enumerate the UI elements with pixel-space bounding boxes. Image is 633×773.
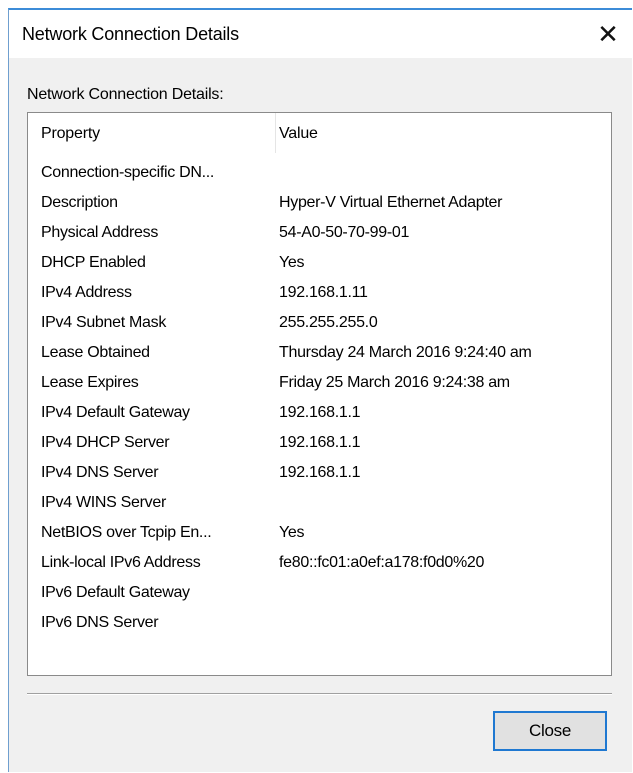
value-cell: Hyper-V Virtual Ethernet Adapter xyxy=(279,194,503,211)
property-cell: Physical Address xyxy=(41,224,159,241)
list-item[interactable]: Physical Address 54-A0-50-70-99-01 xyxy=(28,219,611,249)
property-cell: IPv4 DNS Server xyxy=(41,464,159,481)
value-cell: Yes xyxy=(279,254,305,271)
property-cell: IPv4 Default Gateway xyxy=(41,404,190,421)
property-cell: Lease Expires xyxy=(41,374,139,391)
list-item[interactable]: Lease Obtained Thursday 24 March 2016 9:2… xyxy=(28,339,611,369)
property-cell: NetBIOS over Tcpip En... xyxy=(41,524,212,541)
list-item[interactable]: Description Hyper-V Virtual Ethernet Adap… xyxy=(28,189,611,219)
property-cell: Connection-specific DN... xyxy=(41,164,215,181)
value-cell: 192.168.1.1 xyxy=(279,404,361,421)
value-cell: 255.255.255.0 xyxy=(279,314,378,331)
dialog-title: Network Connection Details xyxy=(22,24,239,44)
property-cell: IPv6 DNS Server xyxy=(41,614,159,631)
list-item[interactable]: IPv6 DNS Server xyxy=(28,609,611,639)
column-header-value[interactable]: Value xyxy=(279,125,318,143)
value-cell: Thursday 24 March 2016 9:24:40 am xyxy=(279,344,532,361)
property-cell: Link-local IPv6 Address xyxy=(41,554,201,571)
value-cell: Friday 25 March 2016 9:24:38 am xyxy=(279,374,510,391)
property-cell: DHCP Enabled xyxy=(41,254,146,271)
property-cell: IPv4 WINS Server xyxy=(41,494,167,511)
divider-highlight xyxy=(27,694,612,695)
column-divider[interactable] xyxy=(275,113,276,153)
list-header: Property Value xyxy=(28,113,611,157)
property-cell: IPv6 Default Gateway xyxy=(41,584,190,601)
list-item[interactable]: NetBIOS over Tcpip En... Yes xyxy=(28,519,611,549)
value-cell: Yes xyxy=(279,524,305,541)
property-cell: IPv4 Subnet Mask xyxy=(41,314,167,331)
close-icon[interactable]: ✕ xyxy=(588,16,628,52)
list-item[interactable]: IPv4 Subnet Mask 255.255.255.0 xyxy=(28,309,611,339)
list-item[interactable]: IPv4 DNS Server 192.168.1.1 xyxy=(28,459,611,489)
network-details-dialog: Network Connection Details ✕ Network Con… xyxy=(8,8,632,772)
value-cell: 54-A0-50-70-99-01 xyxy=(279,224,410,241)
value-cell: 192.168.1.1 xyxy=(279,434,361,451)
property-cell: Description xyxy=(41,194,118,211)
list-item[interactable]: Lease Expires Friday 25 March 2016 9:24:3… xyxy=(28,369,611,399)
list-item[interactable]: IPv4 Address 192.168.1.11 xyxy=(28,279,611,309)
close-button[interactable]: Close xyxy=(493,711,607,751)
property-cell: IPv4 DHCP Server xyxy=(41,434,170,451)
list-item[interactable]: IPv4 DHCP Server 192.168.1.1 xyxy=(28,429,611,459)
value-cell: 192.168.1.11 xyxy=(279,284,368,301)
list-item[interactable]: IPv6 Default Gateway xyxy=(28,579,611,609)
property-cell: IPv4 Address xyxy=(41,284,132,301)
value-cell: fe80::fc01:a0ef:a178:f0d0%20 xyxy=(279,554,485,571)
title-bar[interactable]: Network Connection Details ✕ xyxy=(9,10,632,58)
value-cell: 192.168.1.1 xyxy=(279,464,361,481)
list-item[interactable]: IPv4 Default Gateway 192.168.1.1 xyxy=(28,399,611,429)
details-list[interactable]: Property Value Connection-specific DN...… xyxy=(27,112,612,676)
list-item[interactable]: DHCP Enabled Yes xyxy=(28,249,611,279)
property-cell: Lease Obtained xyxy=(41,344,150,361)
column-header-property[interactable]: Property xyxy=(41,125,100,143)
list-item[interactable]: IPv4 WINS Server xyxy=(28,489,611,519)
group-label: Network Connection Details: xyxy=(27,86,224,103)
list-rows: Connection-specific DN... Description Hype… xyxy=(28,159,611,639)
list-item[interactable]: Link-local IPv6 Address fe80::fc01:a0ef:a… xyxy=(28,549,611,579)
list-item[interactable]: Connection-specific DN... xyxy=(28,159,611,189)
